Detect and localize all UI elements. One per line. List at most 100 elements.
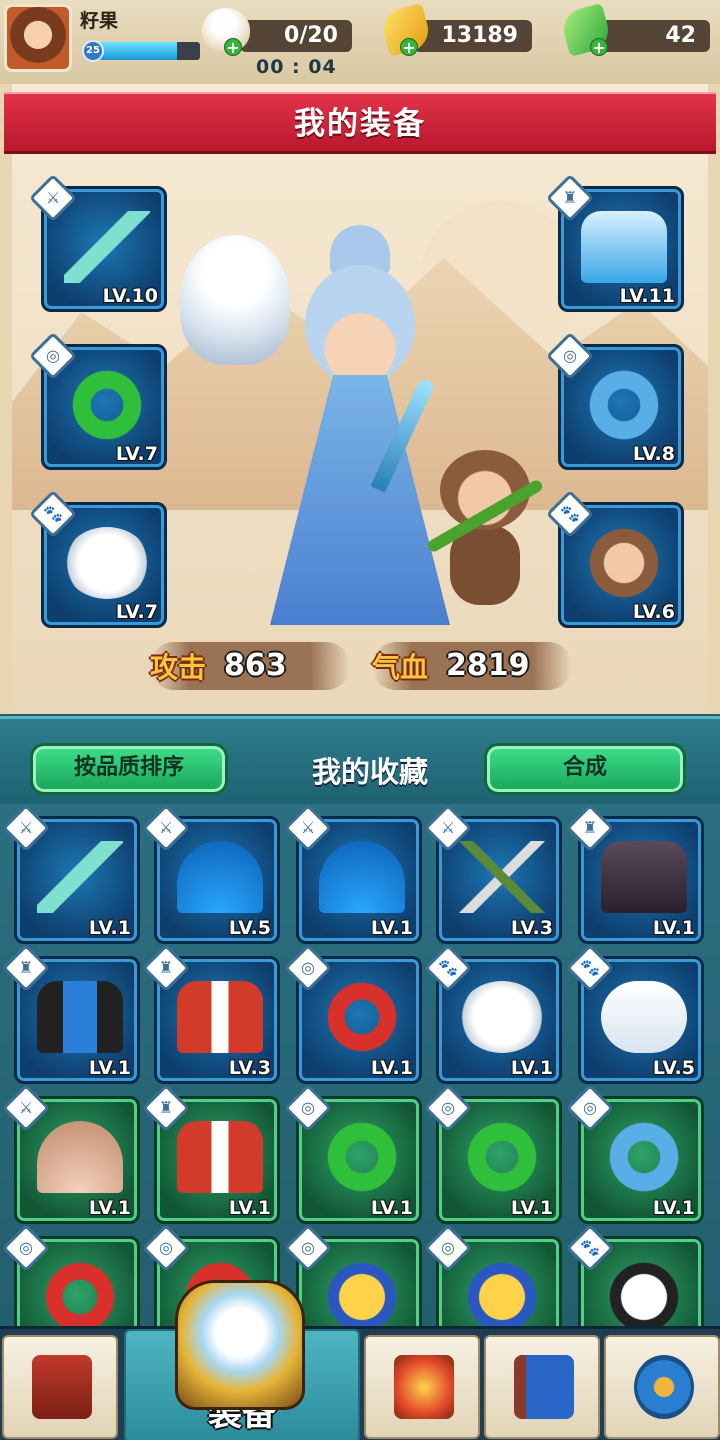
collection-item-slot[interactable]: ⚔ LV.1 xyxy=(1,804,140,944)
gear-icon xyxy=(634,1355,694,1419)
accessory-type-icon: ◎ xyxy=(565,1083,615,1133)
item-level: LV.1 xyxy=(652,917,695,939)
armor-type-icon: ♜ xyxy=(565,804,615,853)
collection-item-slot[interactable]: ◎ LV.1 xyxy=(283,943,422,1084)
ice-robe-icon xyxy=(581,211,667,283)
item-level: LV.1 xyxy=(88,917,131,939)
collection-item-slot[interactable]: 🐾 xyxy=(565,1223,704,1326)
item-level: LV.10 xyxy=(102,285,158,307)
merge-button[interactable]: 合成 xyxy=(484,743,686,795)
panda-icon xyxy=(601,1261,687,1326)
collection-item-slot[interactable]: ⚔ LV.5 xyxy=(141,804,280,944)
nav-treasure-shop[interactable] xyxy=(2,1335,118,1439)
item-level: LV.1 xyxy=(510,1197,553,1219)
blue-fan-icon xyxy=(319,841,405,913)
player-avatar[interactable] xyxy=(4,4,72,72)
forge-fire-icon xyxy=(394,1355,454,1419)
collection-grid: ⚔ LV.1 ⚔ LV.5 ⚔ LV.1 ⚔ LV.3 ♜ LV.1 ♜ LV.1 ♜ LV.3 ◎ LV.1… xyxy=(0,804,720,1326)
gold-counter: 13189 xyxy=(414,20,532,52)
collection-item-slot[interactable]: ⚔ LV.3 xyxy=(423,804,562,944)
dragon-jade-pendant-icon xyxy=(64,369,150,441)
collection-item-slot[interactable]: ♜ LV.1 xyxy=(1,943,140,1084)
item-level: LV.1 xyxy=(88,1057,131,1079)
accessory-type-icon: ◎ xyxy=(141,1223,191,1273)
equipment-title: 我的装备 xyxy=(4,92,716,154)
equipped-pet-slot[interactable]: 🐾 LV.6 xyxy=(545,489,684,628)
weapon-type-icon: ⚔ xyxy=(283,804,333,853)
bottom-nav: 装备 xyxy=(0,1326,720,1440)
blue-jade-pendant-icon xyxy=(581,369,667,441)
monkey-pet-figure xyxy=(420,450,550,610)
collection-header: 按品质排序 我的收藏 合成 xyxy=(0,716,720,804)
collection-item-slot[interactable]: ♜ LV.1 xyxy=(141,1083,280,1224)
dark-robe-icon xyxy=(601,841,687,913)
collection-item-slot[interactable]: ◎ xyxy=(1,1223,140,1326)
add-gold-button[interactable]: + xyxy=(400,38,418,56)
item-level: LV.1 xyxy=(228,1197,271,1219)
equipped-weapon-slot[interactable]: ⚔ LV.10 xyxy=(28,173,167,312)
phoenix-pendant-icon xyxy=(37,1261,123,1326)
pet-type-icon: 🐾 xyxy=(565,1223,615,1273)
accessory-type-icon: ◎ xyxy=(283,1083,333,1133)
item-level: LV.3 xyxy=(228,1057,271,1079)
sort-by-quality-button[interactable]: 按品质排序 xyxy=(30,743,228,795)
accessory-type-icon: ◎ xyxy=(1,1223,51,1273)
level-badge: 25 xyxy=(82,40,104,62)
add-gem-button[interactable]: + xyxy=(590,38,608,56)
collection-item-slot[interactable]: 🐾 LV.5 xyxy=(565,943,704,1084)
add-stamina-button[interactable]: + xyxy=(224,38,242,56)
item-level: LV.1 xyxy=(88,1197,131,1219)
accessory-type-icon: ◎ xyxy=(283,943,333,993)
collection-item-slot[interactable]: 🐾 LV.1 xyxy=(423,943,562,1084)
armor-type-icon: ♜ xyxy=(141,943,191,993)
white-owl-icon xyxy=(64,527,150,599)
hp-stat: 气血 2819 xyxy=(372,642,572,690)
item-level: LV.1 xyxy=(652,1197,695,1219)
golden-pendant-icon xyxy=(459,1261,545,1326)
nav-forge[interactable] xyxy=(364,1335,480,1439)
equipped-accessory-slot[interactable]: ◎ LV.8 xyxy=(545,331,684,470)
item-level: LV.5 xyxy=(652,1057,695,1079)
collection-item-slot[interactable]: ♜ LV.3 xyxy=(141,943,280,1084)
hp-label: 气血 xyxy=(372,651,429,684)
collection-item-slot[interactable]: ⚔ LV.1 xyxy=(283,804,422,944)
item-level: LV.3 xyxy=(510,917,553,939)
item-level: LV.7 xyxy=(115,443,158,465)
blue-jade-pendant-icon xyxy=(601,1121,687,1193)
collection-item-slot[interactable]: ◎ xyxy=(283,1223,422,1326)
collection-item-slot[interactable]: ◎ LV.1 xyxy=(423,1083,562,1224)
blue-fan-icon xyxy=(177,841,263,913)
item-level: LV.1 xyxy=(510,1057,553,1079)
weapon-type-icon: ⚔ xyxy=(141,804,191,853)
equipped-armor-slot[interactable]: ♜ LV.11 xyxy=(545,173,684,312)
collection-item-slot[interactable]: ♜ LV.1 xyxy=(565,804,704,944)
collection-item-slot[interactable]: ◎ LV.1 xyxy=(565,1083,704,1224)
dragon-jade-pendant-icon xyxy=(459,1121,545,1193)
equipped-accessory-slot[interactable]: ◎ LV.7 xyxy=(28,331,167,470)
item-level: LV.1 xyxy=(370,1057,413,1079)
nav-settings[interactable] xyxy=(604,1335,720,1439)
stamina-counter: 0/20 xyxy=(240,20,352,52)
attack-stat: 攻击 863 xyxy=(150,642,350,690)
item-level: LV.1 xyxy=(370,1197,413,1219)
collection-item-slot[interactable]: ◎ xyxy=(423,1223,562,1326)
pet-type-icon: 🐾 xyxy=(565,943,615,993)
collection-title: 我的收藏 xyxy=(311,755,428,789)
gem-counter: 42 xyxy=(592,20,710,52)
item-level: LV.7 xyxy=(115,601,158,623)
collection-item-slot[interactable]: ⚔ LV.1 xyxy=(1,1083,140,1224)
item-level: LV.11 xyxy=(619,285,675,307)
pet-type-icon: 🐾 xyxy=(423,943,473,993)
hero-head xyxy=(305,265,415,385)
nav-codex[interactable] xyxy=(484,1335,600,1439)
item-level: LV.6 xyxy=(632,601,675,623)
jade-dagger-icon xyxy=(37,841,123,913)
armor-type-icon: ♜ xyxy=(141,1083,191,1133)
item-level: LV.1 xyxy=(370,917,413,939)
equipped-pet-slot[interactable]: 🐾 LV.7 xyxy=(28,489,167,628)
accessory-type-icon: ◎ xyxy=(283,1223,333,1273)
crossbow-icon xyxy=(459,841,545,913)
collection-item-slot[interactable]: ◎ LV.1 xyxy=(283,1083,422,1224)
stamina-timer: 00 : 04 xyxy=(256,56,337,78)
item-level: LV.5 xyxy=(228,917,271,939)
